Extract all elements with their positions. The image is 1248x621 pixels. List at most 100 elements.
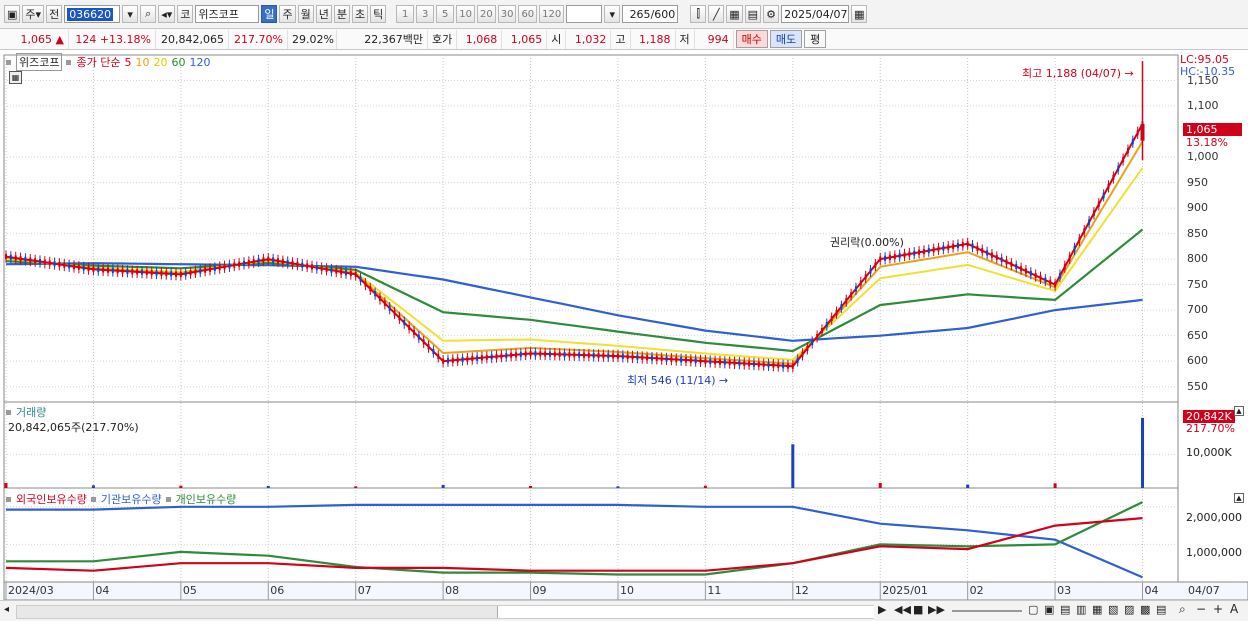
layout9-icon[interactable]: ▤	[1156, 603, 1166, 616]
maximize-icon[interactable]: ▲	[1234, 493, 1244, 503]
candle-body	[728, 360, 731, 366]
stop-icon[interactable]: ■	[913, 603, 923, 616]
line-tool-icon[interactable]: ╱	[708, 5, 725, 23]
period-second[interactable]: 초	[351, 5, 369, 23]
candle-body	[553, 351, 556, 357]
period-month[interactable]: 월	[297, 5, 314, 23]
layout5-icon[interactable]: ▦	[1092, 603, 1102, 616]
candle-body	[393, 310, 396, 316]
low-label: 저	[676, 29, 695, 49]
candle-body	[961, 242, 964, 248]
volume-bar	[91, 485, 95, 488]
volume-bar	[616, 486, 620, 488]
period-week[interactable]: 주	[279, 5, 296, 23]
chart-svg[interactable]	[0, 50, 1248, 600]
volume-y-tick: 10,000K	[1186, 446, 1232, 459]
interval-120[interactable]: 120	[539, 5, 565, 23]
candle-body	[942, 245, 945, 251]
search-icon[interactable]: ⌕	[140, 5, 157, 23]
candle-body	[918, 249, 921, 255]
candle-body	[160, 270, 163, 276]
play-icon[interactable]: ▶	[878, 603, 886, 616]
candle-body	[136, 269, 139, 275]
candle-body	[223, 264, 226, 270]
period-minute[interactable]: 분	[333, 5, 350, 23]
candle-body	[786, 363, 789, 369]
scroll-left-icon[interactable]: ◂	[4, 604, 9, 615]
price-y-tick: 650	[1187, 328, 1208, 342]
layout2-icon[interactable]: ▣	[1044, 603, 1054, 616]
layout3-icon[interactable]: ▤	[1060, 603, 1070, 616]
zoom-search-icon[interactable]: ⌕	[1179, 602, 1186, 617]
gear-icon[interactable]: ⚙	[763, 5, 780, 23]
candle-body	[374, 291, 377, 297]
candle-body	[636, 354, 639, 360]
interval-10[interactable]: 10	[456, 5, 475, 23]
table-icon[interactable]: ▦	[9, 71, 22, 84]
candle-body	[466, 356, 469, 362]
candle-type-icon[interactable]: ⫿	[690, 5, 707, 23]
interval-20[interactable]: 20	[476, 5, 496, 23]
buy-button[interactable]: 매수	[735, 30, 768, 48]
candle-body	[442, 358, 445, 364]
prev-button[interactable]: 전	[46, 5, 63, 23]
code-dropdown-button[interactable]: ▾	[122, 5, 139, 23]
candle-body	[830, 316, 833, 322]
candle-body	[558, 351, 561, 357]
candle-body	[233, 262, 236, 268]
interval-dropdown-button[interactable]: ▾	[604, 5, 621, 23]
save-icon[interactable]: ▤	[744, 5, 762, 23]
zoom-slider[interactable]	[952, 610, 1022, 612]
date-input[interactable]: 2025/04/07	[781, 5, 850, 23]
x-tick-label: 2024/03	[8, 584, 54, 597]
interval-3[interactable]: 3	[416, 5, 435, 23]
count-input[interactable]: 265/600	[622, 5, 679, 23]
eval-button[interactable]: 평	[804, 30, 827, 48]
chart-window-icon[interactable]: ▣	[4, 5, 21, 23]
market-select[interactable]: 주 ▾	[22, 5, 45, 23]
candle-body	[461, 356, 464, 363]
calendar-icon[interactable]: ▦	[851, 5, 868, 23]
volume-rate-tag: 217.70%	[1186, 422, 1235, 435]
legend-square-icon	[6, 409, 11, 415]
legend-square-icon	[66, 59, 72, 65]
candle-body	[437, 353, 440, 359]
period-year[interactable]: 년	[315, 5, 332, 23]
candle-body	[174, 271, 177, 277]
stock-name-field[interactable]: 위즈코프	[195, 5, 260, 23]
price-y-tick: 700	[1187, 303, 1208, 317]
font-size-icon[interactable]: A	[1230, 602, 1238, 616]
candle-body	[38, 258, 41, 265]
exchange-button[interactable]: 코	[177, 5, 194, 23]
rewind-icon[interactable]: ◀◀	[894, 603, 911, 616]
interval-60[interactable]: 60	[518, 5, 538, 23]
candle-body	[840, 304, 843, 310]
period-day[interactable]: 일	[261, 5, 278, 23]
layout6-icon[interactable]: ▧	[1108, 603, 1118, 616]
candle-body	[947, 244, 950, 250]
layout7-icon[interactable]: ▨	[1124, 603, 1134, 616]
foreign-holding-label: 외국인보유수량	[16, 493, 87, 506]
sell-button[interactable]: 매도	[769, 30, 803, 48]
zoom-in-icon[interactable]: +	[1213, 602, 1223, 616]
candle-body	[150, 270, 153, 276]
scrollbar-thumb[interactable]	[497, 606, 874, 618]
candle-body	[199, 268, 202, 274]
maximize-icon[interactable]: ▲	[1234, 406, 1244, 416]
interval-30[interactable]: 30	[497, 5, 517, 23]
overlay-icon[interactable]: ▦	[726, 5, 743, 23]
candle-body	[607, 353, 610, 359]
interval-1[interactable]: 1	[396, 5, 415, 23]
fast-forward-icon[interactable]: ▶▶	[928, 603, 945, 616]
speaker-icon[interactable]: ◂▾	[158, 5, 176, 23]
period-tick[interactable]: 틱	[370, 5, 387, 23]
custom-interval-input[interactable]	[566, 5, 603, 23]
interval-5[interactable]: 5	[436, 5, 455, 23]
horizontal-scrollbar[interactable]	[16, 605, 874, 619]
volume-bar	[966, 484, 970, 488]
stock-code-input[interactable]: 036620	[64, 5, 121, 23]
zoom-out-icon[interactable]: −	[1196, 602, 1206, 616]
layout-icon[interactable]: ▢	[1028, 603, 1038, 616]
layout8-icon[interactable]: ▩	[1140, 603, 1150, 616]
layout4-icon[interactable]: ▥	[1076, 603, 1086, 616]
